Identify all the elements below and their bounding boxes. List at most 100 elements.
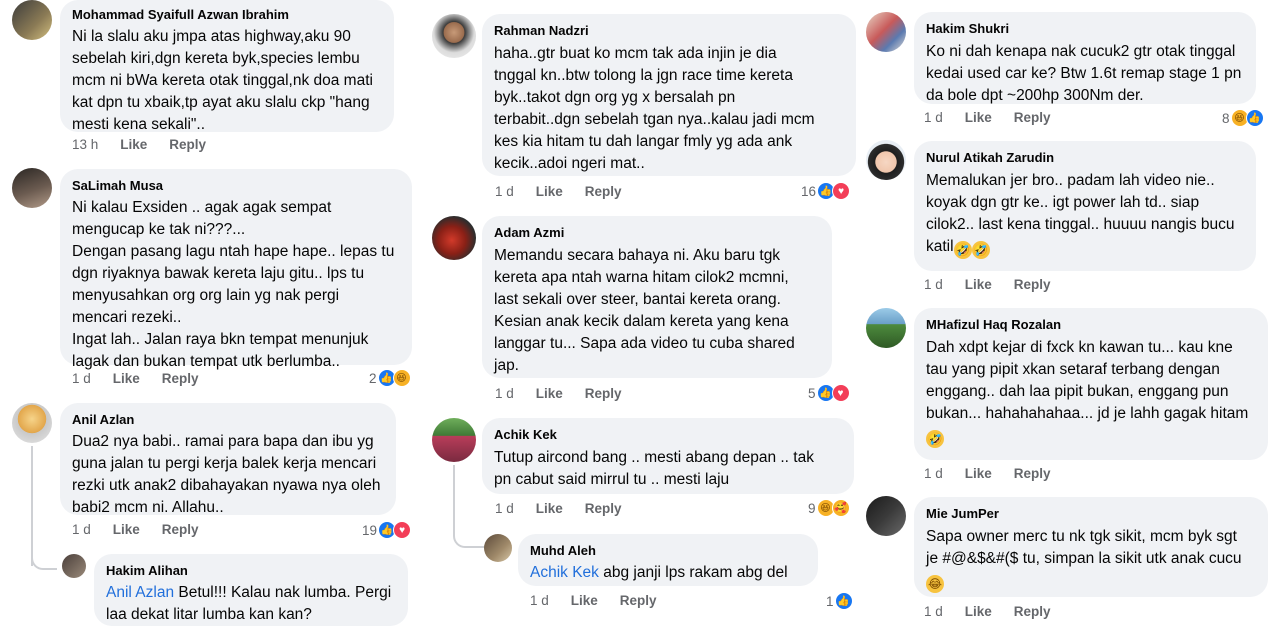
comment-time[interactable]: 1 d [924, 277, 943, 292]
reply-button[interactable]: Reply [162, 522, 199, 537]
reply-button[interactable]: Reply [620, 593, 657, 608]
reaction-summary[interactable]: 1 👍 [826, 592, 853, 610]
like-button[interactable]: Like [113, 371, 140, 386]
comment-bubble: Adam Azmi Memandu secara bahaya ni. Aku … [482, 216, 832, 378]
like-button[interactable]: Like [536, 386, 563, 401]
like-button[interactable]: Like [965, 277, 992, 292]
like-button[interactable]: Like [120, 137, 147, 152]
comment-actions: 1 d Like Reply [72, 522, 199, 537]
comment-time[interactable]: 1 d [924, 110, 943, 125]
comment-author[interactable]: MHafizul Haq Rozalan [926, 316, 1256, 333]
reaction-summary[interactable]: 2 👍 😆 [369, 369, 411, 387]
avatar[interactable] [432, 418, 476, 462]
comment-column-right: Hakim Shukri Ko ni dah kenapa nak cucuk2… [860, 0, 1280, 620]
comment-actions: 1 d Like Reply [495, 184, 622, 199]
like-button[interactable]: Like [536, 184, 563, 199]
reaction-count: 9 [808, 500, 816, 516]
rofl-emoji-icon: 🤣 [971, 241, 990, 259]
comment-actions: 1 d Like Reply [924, 604, 1051, 619]
comment-time[interactable]: 1 d [72, 522, 91, 537]
like-button[interactable]: Like [965, 604, 992, 619]
reply-button[interactable]: Reply [585, 386, 622, 401]
reaction-count: 19 [362, 522, 378, 538]
avatar[interactable] [12, 168, 52, 208]
comment-author[interactable]: SaLimah Musa [72, 177, 400, 194]
reply-button[interactable]: Reply [585, 501, 622, 516]
mention-link[interactable]: Anil Azlan [106, 584, 174, 601]
comment-author[interactable]: Rahman Nadzri [494, 22, 844, 39]
avatar[interactable] [866, 12, 906, 52]
reply-button[interactable]: Reply [1014, 604, 1051, 619]
comment-author[interactable]: Adam Azmi [494, 224, 820, 241]
comment-time[interactable]: 1 d [495, 184, 514, 199]
avatar[interactable] [866, 496, 906, 536]
reaction-count: 2 [369, 370, 377, 386]
comment-actions: 1 d Like Reply [924, 110, 1051, 125]
like-button[interactable]: Like [536, 501, 563, 516]
reply-button[interactable]: Reply [1014, 277, 1051, 292]
comment-text: Ni kalau Exsiden .. agak agak sempat men… [72, 199, 395, 370]
comment-time[interactable]: 1 d [495, 501, 514, 516]
avatar[interactable] [62, 554, 86, 578]
reply-button[interactable]: Reply [585, 184, 622, 199]
like-button[interactable]: Like [113, 522, 140, 537]
comment-author[interactable]: Muhd Aleh [530, 542, 806, 559]
thread-connector [453, 465, 455, 525]
avatar[interactable] [432, 216, 476, 260]
love-reaction-icon: ♥ [393, 521, 412, 539]
like-button[interactable]: Like [965, 110, 992, 125]
reply-button[interactable]: Reply [169, 137, 206, 152]
mention-link[interactable]: Achik Kek [530, 564, 599, 581]
comment-time[interactable]: 13 h [72, 137, 98, 152]
avatar[interactable] [866, 308, 906, 348]
avatar[interactable] [12, 403, 52, 443]
comment-actions: 13 h Like Reply [72, 137, 206, 152]
like-reaction-icon: 👍 [834, 592, 853, 610]
reply-bubble: Hakim Alihan Anil Azlan Betul!!! Kalau n… [94, 554, 408, 626]
comment-time[interactable]: 1 d [495, 386, 514, 401]
avatar[interactable] [432, 14, 476, 58]
comment-bubble: Hakim Shukri Ko ni dah kenapa nak cucuk2… [914, 12, 1256, 104]
comment-text: Achik Kek abg janji lps rakam abg del [530, 562, 806, 584]
comment-author[interactable]: Mohammad Syaifull Azwan Ibrahim [72, 6, 382, 23]
comment-time[interactable]: 1 d [924, 604, 943, 619]
reaction-summary[interactable]: 16 👍 ♥ [801, 182, 851, 200]
haha-reaction-icon: 😆 [392, 369, 411, 387]
comment-author[interactable]: Hakim Shukri [926, 20, 1244, 37]
comment-time[interactable]: 1 d [530, 593, 549, 608]
comment-bubble: Rahman Nadzri haha..gtr buat ko mcm tak … [482, 14, 856, 176]
reaction-summary[interactable]: 19 👍 ♥ [362, 521, 412, 539]
love-reaction-icon: ♥ [832, 182, 851, 200]
reaction-summary[interactable]: 5 👍 ♥ [808, 384, 850, 402]
comment-bubble: SaLimah Musa Ni kalau Exsiden .. agak ag… [60, 169, 412, 370]
comment-bubble: MHafizul Haq Rozalan Dah xdpt kejar di f… [914, 308, 1268, 460]
comment-author[interactable]: Nurul Atikah Zarudin [926, 149, 1244, 166]
reply-button[interactable]: Reply [162, 371, 199, 386]
comment-author[interactable]: Hakim Alihan [106, 562, 396, 579]
reaction-summary[interactable]: 8 😆 👍 [1222, 109, 1264, 127]
comment-body: Sapa owner merc tu nk tgk sikit, mcm byk… [926, 528, 1242, 567]
like-reaction-icon: 👍 [1245, 109, 1264, 127]
avatar[interactable] [12, 0, 52, 40]
reaction-count: 16 [801, 183, 817, 199]
comment-time[interactable]: 1 d [72, 371, 91, 386]
reaction-count: 1 [826, 593, 834, 609]
reply-button[interactable]: Reply [1014, 466, 1051, 481]
comment-author[interactable]: Achik Kek [494, 426, 842, 443]
reply-button[interactable]: Reply [1014, 110, 1051, 125]
comment-text: Ko ni dah kenapa nak cucuk2 gtr otak tin… [926, 43, 1242, 104]
comment-text: Dah xdpt kejar di fxck kn kawan tu... ka… [926, 337, 1256, 448]
comment-author[interactable]: Mie JumPer [926, 505, 1256, 522]
like-button[interactable]: Like [571, 593, 598, 608]
comment-text: haha..gtr buat ko mcm tak ada injin je d… [494, 45, 815, 172]
comment-time[interactable]: 1 d [924, 466, 943, 481]
laughing-emoji-icon: 😂 [926, 575, 944, 593]
comment-author[interactable]: Anil Azlan [72, 411, 384, 428]
thread-connector [453, 518, 485, 548]
avatar[interactable] [484, 534, 512, 562]
avatar[interactable] [866, 140, 906, 180]
reply-text: abg janji lps rakam abg del [598, 564, 788, 581]
reaction-summary[interactable]: 9 😆 🥰 [808, 499, 850, 517]
like-button[interactable]: Like [965, 466, 992, 481]
reaction-count: 5 [808, 385, 816, 401]
